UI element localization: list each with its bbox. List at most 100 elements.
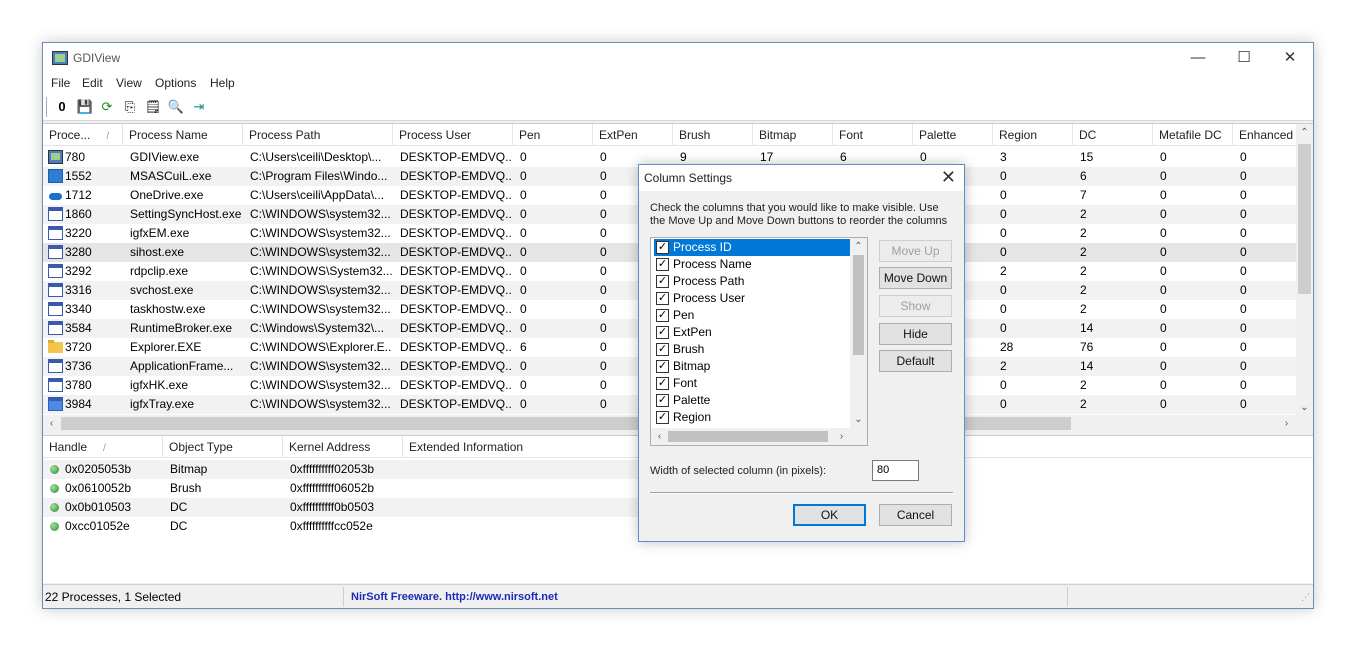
checkbox[interactable]: ✓ [656, 411, 669, 424]
column-checklist-item[interactable]: ✓ Pen [654, 307, 850, 324]
cancel-button[interactable]: Cancel [879, 504, 952, 526]
column-checklist-item[interactable]: ✓ Bitmap [654, 358, 850, 375]
column-header[interactable]: Enhanced [1233, 124, 1303, 146]
column-header[interactable]: Font [833, 124, 913, 146]
menu-file[interactable]: File [51, 76, 70, 90]
table-row[interactable]: 0xcc01052e DC 0xffffffffffcc052e [43, 517, 663, 536]
show-button[interactable]: Show [879, 295, 952, 317]
save-icon[interactable]: 💾 [76, 98, 94, 116]
refresh-icon[interactable]: ⟳ [98, 98, 116, 116]
column-header[interactable]: Process Name [123, 124, 243, 146]
column-checklist-item[interactable]: ✓ Brush [654, 341, 850, 358]
menu-view[interactable]: View [116, 76, 142, 90]
table-row[interactable]: 0x0b010503 DC 0xffffffffff0b0503 [43, 498, 663, 517]
column-header[interactable]: Process Path [243, 124, 393, 146]
column-header[interactable]: Object Type [163, 436, 283, 458]
column-header[interactable]: Handle / [43, 436, 163, 458]
table-cell: ApplicationFrame... [130, 359, 234, 373]
ok-button[interactable]: OK [793, 504, 866, 526]
column-header[interactable]: DC [1073, 124, 1153, 146]
title-bar[interactable]: GDIView — ☐ ✕ [43, 43, 1313, 73]
scroll-down-arrow[interactable]: ⌄ [1296, 399, 1313, 416]
resize-grip-icon[interactable]: ⋰ [1301, 588, 1310, 606]
dialog-title-bar[interactable]: Column Settings ✕ [639, 165, 964, 191]
checkbox[interactable]: ✓ [656, 360, 669, 373]
column-checklist-item[interactable]: ✓ Process User [654, 290, 850, 307]
close-button[interactable]: ✕ [1267, 43, 1313, 73]
hide-button[interactable]: Hide [879, 323, 952, 345]
scroll-thumb[interactable] [853, 255, 864, 355]
column-checklist[interactable]: ✓ Process ID ✓ Process Name ✓ Process Path ✓ Pr… [650, 237, 868, 446]
column-header[interactable]: Kernel Address [283, 436, 403, 458]
dialog-title: Column Settings [644, 171, 733, 185]
table-cell: 3780 [65, 378, 92, 392]
scroll-thumb[interactable] [668, 431, 828, 442]
column-header-label: Process Name [129, 128, 208, 142]
scroll-right-arrow[interactable]: › [1278, 415, 1295, 432]
column-checklist-item[interactable]: ✓ Process Name [654, 256, 850, 273]
table-row[interactable]: 0x0610052b Brush 0xffffffffff06052b [43, 479, 663, 498]
checkbox[interactable]: ✓ [656, 241, 669, 254]
status-process-count: 22 Processes, 1 Selected [45, 590, 182, 604]
checkbox[interactable]: ✓ [656, 292, 669, 305]
column-checklist-item[interactable]: ✓ Process Path [654, 273, 850, 290]
table-cell: 0 [1240, 378, 1247, 392]
menu-options[interactable]: Options [155, 76, 196, 90]
column-header[interactable]: Brush [673, 124, 753, 146]
column-header[interactable]: Metafile DC [1153, 124, 1233, 146]
scroll-thumb[interactable] [1298, 144, 1311, 294]
checkbox[interactable]: ✓ [656, 258, 669, 271]
column-header[interactable]: Bitmap [753, 124, 833, 146]
menu-edit[interactable]: Edit [82, 76, 103, 90]
column-checklist-item[interactable]: ✓ Palette [654, 392, 850, 409]
dialog-close-icon[interactable]: ✕ [941, 167, 956, 188]
process-icon [48, 226, 63, 240]
table-cell: 3 [1000, 150, 1007, 164]
find-icon[interactable]: 🔍 [167, 98, 185, 116]
nirsoft-link[interactable]: NirSoft Freeware. http://www.nirsoft.net [351, 588, 558, 606]
scroll-up-arrow[interactable]: ⌃ [850, 238, 867, 255]
move-down-button[interactable]: Move Down [879, 267, 952, 289]
column-header[interactable]: Palette [913, 124, 993, 146]
minimize-button[interactable]: — [1175, 43, 1221, 73]
default-button[interactable]: Default [879, 350, 952, 372]
checkbox[interactable]: ✓ [656, 377, 669, 390]
scroll-left-arrow[interactable]: ‹ [651, 428, 668, 445]
process-vertical-scrollbar[interactable]: ⌃ ⌄ [1296, 124, 1313, 416]
checklist-vertical-scrollbar[interactable]: ⌃ ⌄ [850, 238, 867, 428]
properties-sheet-icon[interactable]: 🗒 [144, 98, 162, 116]
checkbox[interactable]: ✓ [656, 394, 669, 407]
table-cell: C:\Windows\System32\... [250, 321, 385, 335]
scroll-right-arrow[interactable]: › [833, 428, 850, 445]
column-checklist-item[interactable]: ✓ Process ID [654, 239, 850, 256]
column-checklist-item[interactable]: ✓ ExtPen [654, 324, 850, 341]
checkbox[interactable]: ✓ [656, 275, 669, 288]
table-row[interactable]: 0x0205053b Bitmap 0xffffffffff02053b [43, 460, 663, 479]
column-header[interactable]: Process User [393, 124, 513, 146]
column-checklist-label: Process Path [673, 274, 745, 288]
exit-icon[interactable]: ⇥ [190, 98, 208, 116]
handle-status-icon [50, 465, 59, 474]
properties-icon[interactable]: 0 [53, 98, 71, 116]
column-checklist-item[interactable]: ✓ Font [654, 375, 850, 392]
table-cell: 0 [1160, 245, 1167, 259]
scroll-up-arrow[interactable]: ⌃ [1296, 124, 1313, 141]
column-header[interactable]: Pen [513, 124, 593, 146]
copy-icon[interactable]: ⎘ [121, 98, 139, 116]
scroll-left-arrow[interactable]: ‹ [43, 415, 60, 432]
column-header[interactable]: Proce... / [43, 124, 123, 146]
column-header[interactable]: Extended Information [403, 436, 663, 458]
checkbox[interactable]: ✓ [656, 326, 669, 339]
checkbox[interactable]: ✓ [656, 343, 669, 356]
move-up-button[interactable]: Move Up [879, 240, 952, 262]
column-header[interactable]: ExtPen [593, 124, 673, 146]
checkbox[interactable]: ✓ [656, 309, 669, 322]
column-width-input[interactable]: 80 [872, 460, 919, 481]
menu-help[interactable]: Help [210, 76, 235, 90]
scroll-down-arrow[interactable]: ⌄ [850, 411, 867, 428]
column-checklist-item[interactable]: ✓ Region [654, 409, 850, 426]
maximize-button[interactable]: ☐ [1221, 43, 1267, 73]
column-header[interactable]: Region [993, 124, 1073, 146]
table-cell: DESKTOP-EMDVQ... [400, 245, 512, 259]
checklist-horizontal-scrollbar[interactable]: ‹ › [651, 428, 867, 445]
